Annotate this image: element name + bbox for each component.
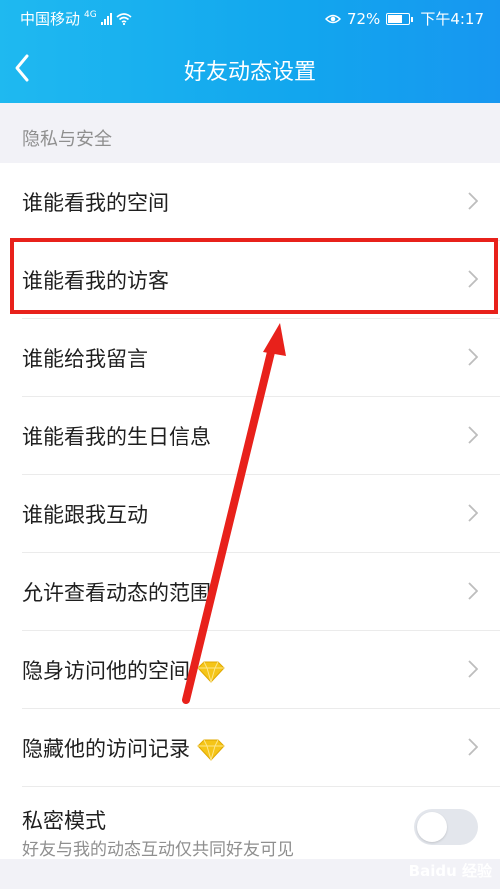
battery-fill	[388, 14, 402, 23]
setting-label-with-icon: 隐藏他的访问记录	[22, 733, 226, 763]
setting-row-space-visibility[interactable]: 谁能看我的空间	[0, 163, 500, 241]
page-title: 好友动态设置	[183, 60, 316, 85]
diamond-icon	[197, 739, 225, 761]
battery-icon	[386, 12, 414, 25]
wifi-icon	[116, 12, 132, 25]
signal-icon	[100, 12, 112, 25]
setting-label: 谁能看我的空间	[22, 191, 169, 215]
watermark: Baidu 经验	[408, 862, 492, 880]
status-bar: 中国移动 4G 72% 下午4:17	[0, 0, 500, 34]
setting-label: 谁能跟我互动	[22, 503, 148, 527]
setting-label: 隐身访问他的空间	[22, 659, 190, 683]
nav-bar: 好友动态设置	[0, 34, 500, 103]
clock: 下午4:17	[420, 10, 484, 28]
setting-row-private-mode: 私密模式 好友与我的动态互动仅共同好友可见	[0, 787, 500, 860]
setting-row-interaction-permission[interactable]: 谁能跟我互动	[0, 475, 500, 553]
section-header: 隐私与安全	[0, 103, 500, 163]
setting-row-message-permission[interactable]: 谁能给我留言	[0, 319, 500, 397]
setting-description: 好友与我的动态互动仅共同好友可见	[22, 840, 294, 860]
status-right: 72% 下午4:17	[324, 8, 484, 29]
battery-percent: 72%	[346, 9, 381, 28]
chevron-right-icon	[468, 660, 478, 678]
setting-row-stealth-visit[interactable]: 隐身访问他的空间	[0, 631, 500, 709]
chevron-right-icon	[468, 426, 478, 444]
setting-label-with-icon: 隐身访问他的空间	[22, 655, 226, 685]
chevron-right-icon	[468, 738, 478, 756]
setting-row-feed-range[interactable]: 允许查看动态的范围	[0, 553, 500, 631]
setting-label: 允许查看动态的范围	[22, 581, 211, 605]
diamond-icon	[197, 661, 225, 683]
annotation-highlight-box	[10, 238, 498, 314]
setting-label: 私密模式	[22, 809, 106, 833]
chevron-right-icon	[468, 582, 478, 600]
setting-label: 隐藏他的访问记录	[22, 737, 190, 761]
network-label: 4G	[84, 9, 97, 20]
setting-row-birthday-visibility[interactable]: 谁能看我的生日信息	[0, 397, 500, 475]
section-title: 隐私与安全	[22, 129, 112, 150]
carrier-label: 中国移动	[20, 10, 81, 28]
toggle-knob	[417, 812, 447, 842]
status-left: 中国移动 4G	[20, 8, 132, 29]
chevron-right-icon	[468, 348, 478, 366]
setting-label: 谁能看我的生日信息	[22, 425, 211, 449]
eye-icon	[324, 14, 341, 23]
header: 中国移动 4G 72% 下午4:17 好友动态设置	[0, 0, 500, 103]
chevron-right-icon	[468, 192, 478, 210]
private-mode-toggle[interactable]	[414, 809, 478, 845]
setting-label: 谁能给我留言	[22, 347, 148, 371]
chevron-right-icon	[468, 504, 478, 522]
setting-row-hide-visit-record[interactable]: 隐藏他的访问记录	[0, 709, 500, 787]
